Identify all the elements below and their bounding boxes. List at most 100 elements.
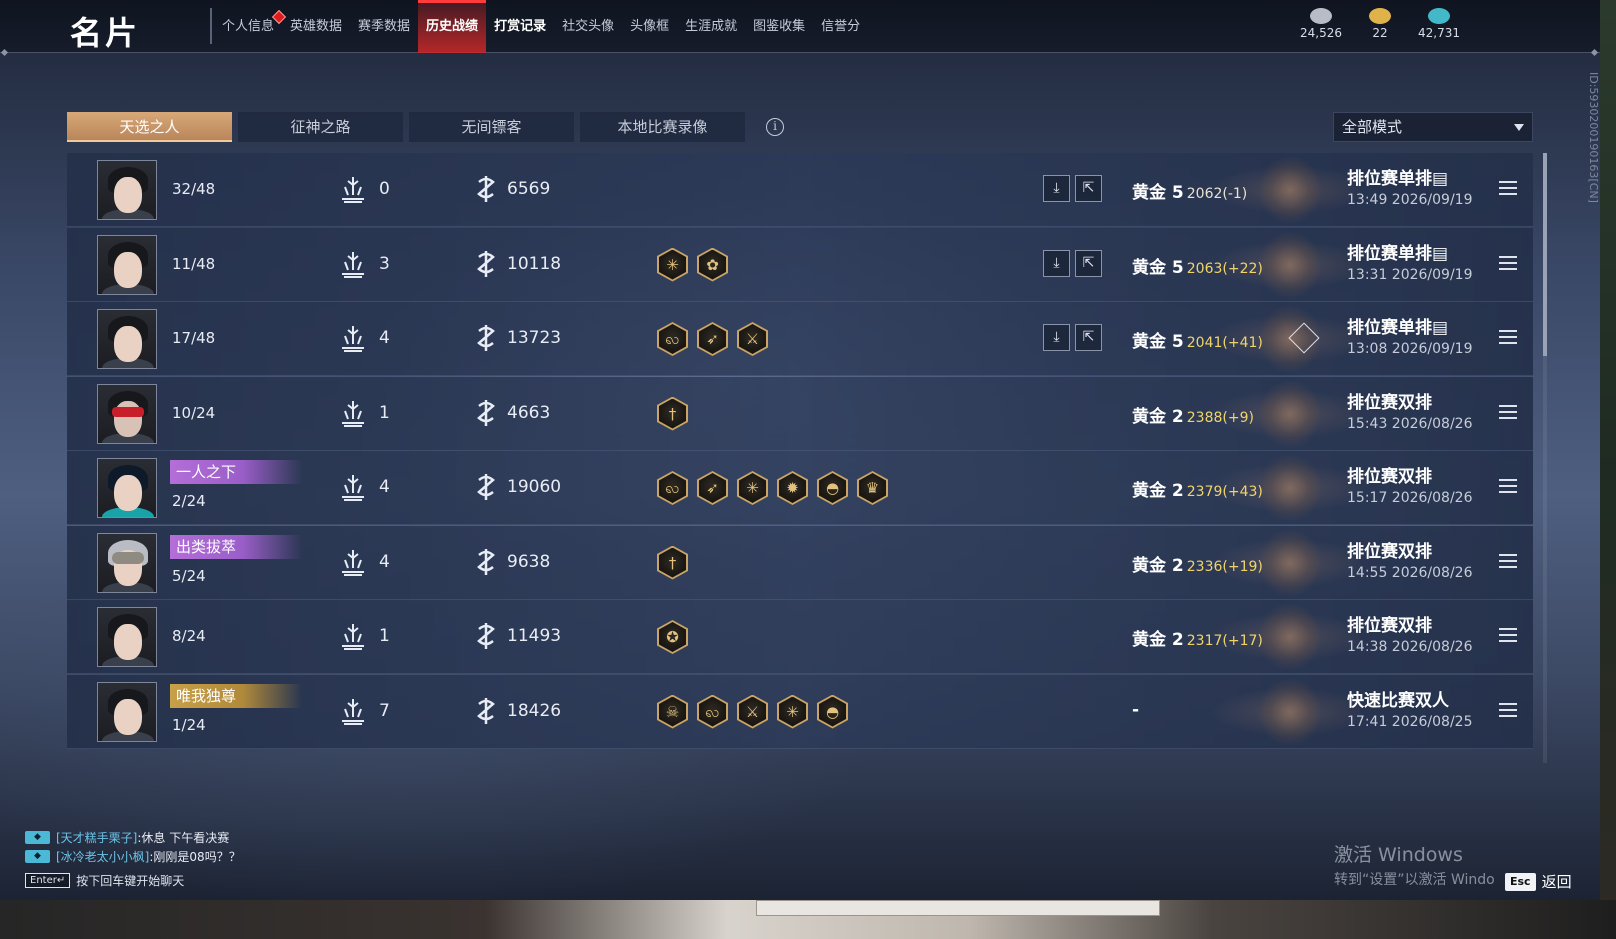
match-time: 13:08 2026/09/19 [1347,341,1473,357]
medal-glyph: ➶ [706,479,719,497]
sword-medal-icon[interactable]: ⚔ [737,694,768,729]
match-mode: 排位赛双排 [1347,611,1432,636]
match-row[interactable]: 唯我独尊 1/24 7 18426 ☠ ꩮ ⚔ ✳ ◓ - 快速比赛双人 17:41 2026/08/… [67,674,1533,749]
crown-medal-icon[interactable]: ♛ [857,471,888,505]
nav-tab[interactable]: 打赏记录 [486,0,554,53]
menu-icon[interactable] [1499,330,1517,346]
medal-glyph: † [668,404,677,423]
damage-value: 9638 [507,551,551,572]
info-icon[interactable]: i [766,118,784,136]
avatar-face [114,624,142,660]
menu-icon[interactable] [1499,181,1517,197]
menu-icon[interactable] [1499,553,1517,570]
player-avatar[interactable] [97,160,157,220]
currency-item[interactable]: 42,731 [1418,8,1460,40]
match-row[interactable]: 32/48 0 6569 ⤓ ⇱ 黄金 5 2062(-1) 排位赛单排▤ 13:49 2026… [67,153,1533,227]
rank-points: 2388(+9) [1186,409,1254,426]
match-time: 13:49 2026/09/19 [1347,192,1473,208]
download-replay-button[interactable]: ⤓ [1043,324,1070,351]
kills-value: 4 [379,551,390,572]
blade-medal-icon[interactable]: † [657,396,688,431]
player-avatar[interactable] [97,458,157,518]
filter-tab[interactable]: 本地比赛录像 [580,112,745,142]
sword-medal-icon[interactable]: ⚔ [737,322,768,356]
nav-tab[interactable]: 赛季数据 [350,0,418,53]
star-medal-icon[interactable]: ✪ [657,620,688,654]
nav-tab[interactable]: 生涯成就 [677,0,745,53]
match-mode: 排位赛双排 [1347,388,1432,413]
kills-icon [340,250,366,278]
download-replay-button[interactable]: ⤓ [1043,249,1070,277]
match-row[interactable]: 10/24 1 4663 † 黄金 2 2388(+9) 排位赛双排 15:43 2026/0… [67,376,1533,451]
bow-medal-icon[interactable]: ➶ [697,471,728,505]
match-row[interactable]: 出类拔萃 5/24 4 9638 † 黄金 2 2336(+19) 排位赛双排 14:55 20… [67,525,1533,600]
chat-user[interactable]: [冰冷老太小小枫] [56,848,149,865]
match-row[interactable]: 8/24 1 11493 ✪ 黄金 2 2317(+17) 排位赛双排 14:38 2026/… [67,600,1533,674]
filter-tab[interactable]: 无间镖客 [409,112,574,142]
scrollbar-thumb[interactable] [1543,153,1547,356]
medal-list: ✪ [657,620,688,654]
damage-value: 10118 [507,253,562,274]
nav-tab[interactable]: 历史战绩 [418,0,487,53]
damage-icon [475,398,497,428]
chat-input-hint[interactable]: Enter↵ 按下回车键开始聊天 [25,872,184,889]
menu-icon[interactable] [1499,702,1517,719]
menu-icon[interactable] [1499,479,1517,495]
match-row[interactable]: 17/48 4 13723 ꩮ ➶ ⚔ ⤓ ⇱ 黄金 5 2041(+41) 排位赛单排▤ 13:08… [67,302,1533,376]
download-replay-button[interactable]: ⤓ [1043,175,1070,202]
mode-select[interactable]: 全部模式 [1333,112,1533,142]
dragon-medal-icon[interactable]: ꩮ [657,322,688,356]
helmet-medal-icon[interactable]: ◓ [817,694,848,729]
match-row[interactable]: 11/48 3 10118 ✳ ✿ ⤓ ⇱ 黄金 5 2063(+22) 排位赛单排▤ 13:31 … [67,227,1533,302]
player-avatar[interactable] [97,532,157,593]
medal-glyph: ☠ [665,702,680,721]
blade-medal-icon[interactable]: † [657,545,688,580]
back-button[interactable]: Esc 返回 [1505,871,1572,892]
filter-tab[interactable]: 天选之人 [67,112,232,142]
match-time: 17:41 2026/08/25 [1347,713,1473,730]
dragon-medal-icon[interactable]: ꩮ [697,694,728,729]
nav-tab[interactable]: 头像框 [622,0,677,53]
lotus-medal-icon[interactable]: ✿ [697,247,728,282]
nav-tab[interactable]: 个人信息 [214,0,287,53]
rank-points: 2041(+41) [1186,335,1263,351]
match-mode-label: 排位赛单排 [1347,318,1432,338]
bow-medal-icon[interactable]: ➶ [697,322,728,356]
currency-item[interactable]: 22 [1360,8,1400,40]
helmet-medal-icon[interactable]: ◓ [817,471,848,505]
share-button[interactable]: ⇱ [1075,249,1102,277]
spark-medal-icon[interactable]: ✳ [737,471,768,505]
filter-tab[interactable]: 征神之路 [238,112,403,142]
spark-medal-icon[interactable]: ✳ [657,247,688,282]
player-avatar[interactable] [97,309,157,369]
kills-icon [340,324,366,352]
back-label: 返回 [1541,873,1572,891]
menu-icon[interactable] [1499,628,1517,644]
player-avatar[interactable] [97,234,157,295]
nav-tab[interactable]: 英雄数据 [282,0,350,53]
dragon-medal-icon[interactable]: ꩮ [657,471,688,505]
match-time: 14:55 2026/08/26 [1347,564,1473,581]
player-avatar[interactable] [97,607,157,667]
menu-icon[interactable] [1499,255,1517,272]
match-mode: 排位赛单排▤ [1347,239,1448,264]
medal-glyph: ♛ [865,479,880,497]
rank-points: 2317(+17) [1186,633,1263,649]
kills-icon [340,548,366,576]
nav-tab[interactable]: 图鉴收集 [745,0,813,53]
gear-medal-icon[interactable]: ✹ [777,471,808,505]
player-avatar[interactable] [97,383,157,444]
nav-tab[interactable]: 信誉分 [813,0,868,53]
nav-tab[interactable]: 社交头像 [554,0,622,53]
share-button[interactable]: ⇱ [1075,324,1102,351]
spark-medal-icon[interactable]: ✳ [777,694,808,729]
currency-item[interactable]: 24,526 [1300,8,1342,40]
share-button[interactable]: ⇱ [1075,175,1102,202]
player-avatar[interactable] [97,681,157,742]
chevron-down-icon [1514,124,1524,131]
match-row[interactable]: 一人之下 2/24 4 19060 ꩮ ➶ ✳ ✹ ◓ ♛ 黄金 2 2379(+43) 排位赛双排 15… [67,451,1533,525]
chat-user[interactable]: [天才糕手栗子] [56,829,137,846]
kills-icon [340,697,366,725]
menu-icon[interactable] [1499,404,1517,421]
skull-medal-icon[interactable]: ☠ [657,694,688,729]
